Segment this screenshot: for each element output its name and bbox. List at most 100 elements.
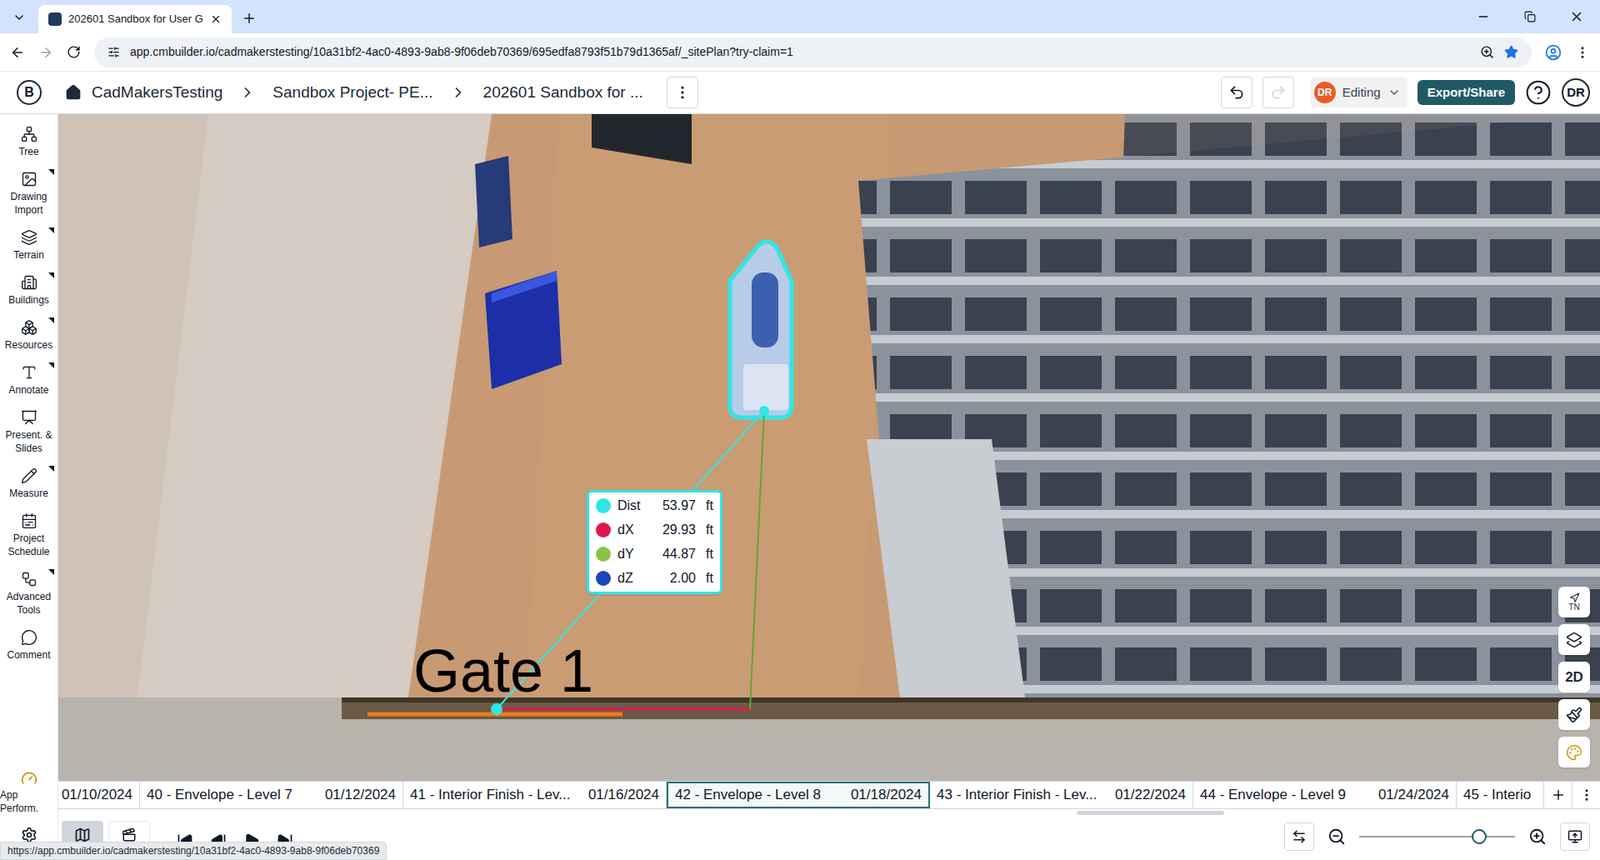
forward-icon[interactable]: [38, 45, 54, 60]
submenu-marker: [48, 362, 55, 369]
address-bar-row: app.cmbuilder.io/cadmakerstesting/10a31b…: [0, 33, 1600, 72]
chevron-down-icon: [1387, 85, 1401, 100]
timeline-item-label: 41 - Interior Finish - Lev...: [410, 784, 570, 806]
timeline-item[interactable]: 01/10/2024: [58, 781, 140, 809]
zoom-in-icon[interactable]: [1528, 827, 1547, 846]
zoom-icon[interactable]: [1480, 45, 1495, 60]
home-icon[interactable]: [65, 84, 82, 101]
sidebar-item[interactable]: Terrain: [0, 224, 58, 267]
zoom-out-icon[interactable]: [1327, 827, 1346, 846]
site-info-icon[interactable]: [107, 45, 120, 59]
layers-icon: [1565, 631, 1583, 649]
timeline-add-button[interactable]: [1543, 781, 1572, 809]
gate-annotation[interactable]: Gate 1: [413, 640, 594, 701]
timeline-item[interactable]: 45 - Interio: [1456, 781, 1544, 809]
sidebar-item[interactable]: Measure: [0, 462, 58, 505]
sidebar-item[interactable]: Project Schedule: [0, 507, 58, 564]
expand-panel-button[interactable]: [1560, 822, 1590, 851]
measurement-color-dot: [595, 498, 611, 514]
reload-icon[interactable]: [66, 45, 81, 60]
mode-dropdown[interactable]: DREditing: [1310, 77, 1408, 108]
fit-timeline-button[interactable]: [1284, 822, 1315, 851]
scrollbar-thumb[interactable]: [1076, 810, 1225, 815]
breadcrumb-item[interactable]: CadMakersTesting: [91, 80, 223, 105]
measurement-row: dX29.93ft: [595, 521, 714, 539]
expand-icon: [1567, 829, 1583, 845]
breadcrumb-separator-icon: [239, 84, 256, 101]
paintbrush-icon: [1565, 706, 1583, 724]
view-tool-palette[interactable]: [1558, 736, 1590, 768]
view-tool-text[interactable]: 2D: [1558, 661, 1590, 693]
sidebar-item[interactable]: Annotate: [0, 359, 58, 402]
submenu-marker: [48, 169, 55, 175]
timeline-item[interactable]: 44 - Envelope - Level 901/24/2024: [1193, 781, 1457, 809]
sidebar-item[interactable]: Resources: [0, 314, 58, 357]
user-avatar[interactable]: DR: [1561, 78, 1590, 107]
help-icon[interactable]: [1525, 79, 1552, 106]
zoom-slider-thumb[interactable]: [1471, 829, 1487, 845]
bookmark-star-icon[interactable]: [1504, 45, 1519, 60]
settings-icon[interactable]: [20, 826, 38, 844]
profile-icon[interactable]: [1545, 44, 1562, 61]
sidebar-item-icon: [20, 409, 38, 426]
measurement-tooltip: Dist53.97ftdX29.93ftdY44.87ftdZ2.00ft: [586, 490, 723, 595]
undo-button[interactable]: [1220, 76, 1253, 109]
status-url: https://app.cmbuilder.io/cadmakerstestin…: [0, 841, 387, 860]
chevron-down-icon: [12, 10, 26, 25]
minimize-icon: [1476, 10, 1490, 24]
timeline-item[interactable]: 41 - Interior Finish - Lev...01/16/2024: [403, 781, 667, 809]
zoom-slider[interactable]: [1359, 828, 1515, 845]
browser-tab[interactable]: 202601 Sandbox for User Guid: [38, 5, 232, 34]
redo-button[interactable]: [1262, 76, 1295, 109]
new-tab-icon[interactable]: [241, 10, 257, 26]
restore-button[interactable]: [1506, 0, 1554, 34]
browser-tab-bar: 202601 Sandbox for User Guid: [0, 0, 1600, 34]
fit-icon: [1291, 829, 1307, 845]
measurement-row: dZ2.00ft: [595, 570, 714, 587]
sidebar-item-icon: [20, 512, 38, 530]
timeline-item[interactable]: 40 - Envelope - Level 7 01/12/2024: [140, 781, 404, 809]
sidebar-item[interactable]: Comment: [0, 624, 58, 667]
sidebar-item-icon: [20, 319, 38, 336]
view-tool-paint[interactable]: [1558, 699, 1590, 730]
app-logo[interactable]: B: [16, 80, 42, 105]
submenu-marker: [48, 569, 55, 575]
restore-icon: [1524, 10, 1536, 23]
breadcrumbs: CadMakersTesting Sandbox Project- PE... 20…: [65, 76, 699, 109]
sidebar-item[interactable]: Buildings: [0, 269, 58, 312]
project-menu-button[interactable]: [666, 76, 699, 109]
breadcrumb-item[interactable]: Sandbox Project- PE...: [272, 80, 433, 105]
timeline-menu-button[interactable]: [1571, 781, 1600, 809]
minimize-button[interactable]: [1460, 0, 1507, 34]
plus-icon: [1550, 787, 1566, 803]
sidebar-item[interactable]: Present. & Slides: [0, 404, 58, 460]
close-tab-icon[interactable]: [210, 13, 222, 25]
sidebar-item[interactable]: App Perform.: [0, 766, 58, 819]
submenu-marker: [48, 465, 55, 472]
view-tool-layers[interactable]: [1558, 624, 1590, 655]
sidebar-item-icon: [20, 467, 38, 485]
kebab-icon: [1579, 787, 1595, 803]
breadcrumb-item[interactable]: 202601 Sandbox for ...: [483, 80, 644, 105]
submenu-marker: [48, 272, 55, 279]
timeline-scrollbar: [58, 809, 1600, 816]
close-window-button[interactable]: [1553, 0, 1600, 34]
browser-menu-icon[interactable]: [1575, 45, 1590, 60]
view-tool-compass[interactable]: TN: [1558, 586, 1590, 618]
timeline-item-date: 01/10/2024: [61, 784, 133, 806]
sidebar-item[interactable]: Drawing Import: [0, 165, 58, 222]
site-plan-scene[interactable]: Gate 1 Dist53.97ftdX29.93ftdY44.87ftdZ2.0…: [58, 114, 1600, 781]
address-field[interactable]: app.cmbuilder.io/cadmakerstesting/10a31b…: [94, 37, 1532, 68]
timeline-item[interactable]: 42 - Envelope - Level 801/18/2024: [666, 781, 930, 809]
back-icon[interactable]: [10, 45, 25, 60]
sidebar-item[interactable]: Tree: [0, 120, 58, 164]
timeline-item[interactable]: 43 - Interior Finish - Lev...01/22/2024: [930, 781, 1194, 809]
timeline-item-label: 40 - Envelope - Level 7: [146, 784, 293, 806]
export-share-button[interactable]: Export/Share: [1417, 80, 1515, 105]
timeline-item-date: 01/12/2024: [325, 784, 396, 806]
mode-label: Editing: [1342, 83, 1381, 103]
sidebar-item-icon: [20, 364, 38, 381]
sidebar-item[interactable]: Advanced Tools: [0, 565, 58, 622]
tab-list-button[interactable]: [6, 3, 32, 32]
sidebar-item-icon: [20, 170, 38, 188]
